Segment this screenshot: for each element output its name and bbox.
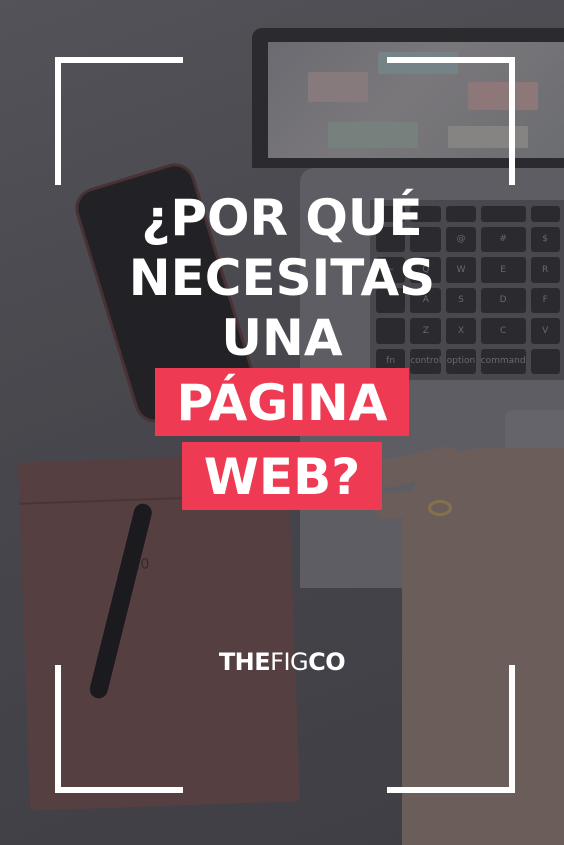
headline-highlight-1: PÁGINA	[154, 368, 410, 436]
brand-logo-part-1: THE	[218, 648, 271, 676]
frame-corner-bottom-right	[387, 665, 515, 793]
brand-logo-part-2: FIG	[270, 648, 309, 676]
brand-logo: THEFIGCO	[0, 648, 564, 676]
frame-corner-bottom-left	[55, 665, 183, 793]
poster: @ # $ % ~ Q W E R T A S D F G Z X C V fn…	[0, 0, 564, 845]
headline-line-2: NECESITAS	[128, 249, 436, 307]
headline-line-3: UNA	[221, 309, 343, 367]
headline-highlight-2: WEB?	[181, 442, 383, 510]
headline-line-1: ¿POR QUÉ	[141, 189, 423, 247]
frame-corner-top-left	[55, 57, 183, 185]
headline: ¿POR QUÉ NECESITAS UNA PÁGINA WEB?	[0, 188, 564, 510]
brand-logo-part-3: CO	[308, 648, 346, 676]
frame-corner-top-right	[387, 57, 515, 185]
